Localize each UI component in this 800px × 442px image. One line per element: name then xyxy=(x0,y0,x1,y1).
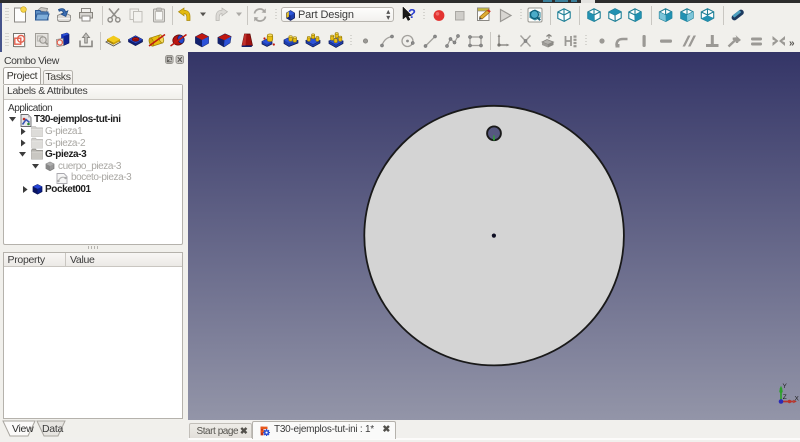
svg-text:Data: Data xyxy=(42,423,63,435)
svg-text:Z: Z xyxy=(783,394,787,401)
svg-text:Y: Y xyxy=(783,383,788,390)
svg-text:?: ? xyxy=(408,6,416,21)
svg-text:X: X xyxy=(795,396,800,403)
svg-text:View: View xyxy=(12,423,34,435)
svg-text:»: » xyxy=(789,38,795,49)
